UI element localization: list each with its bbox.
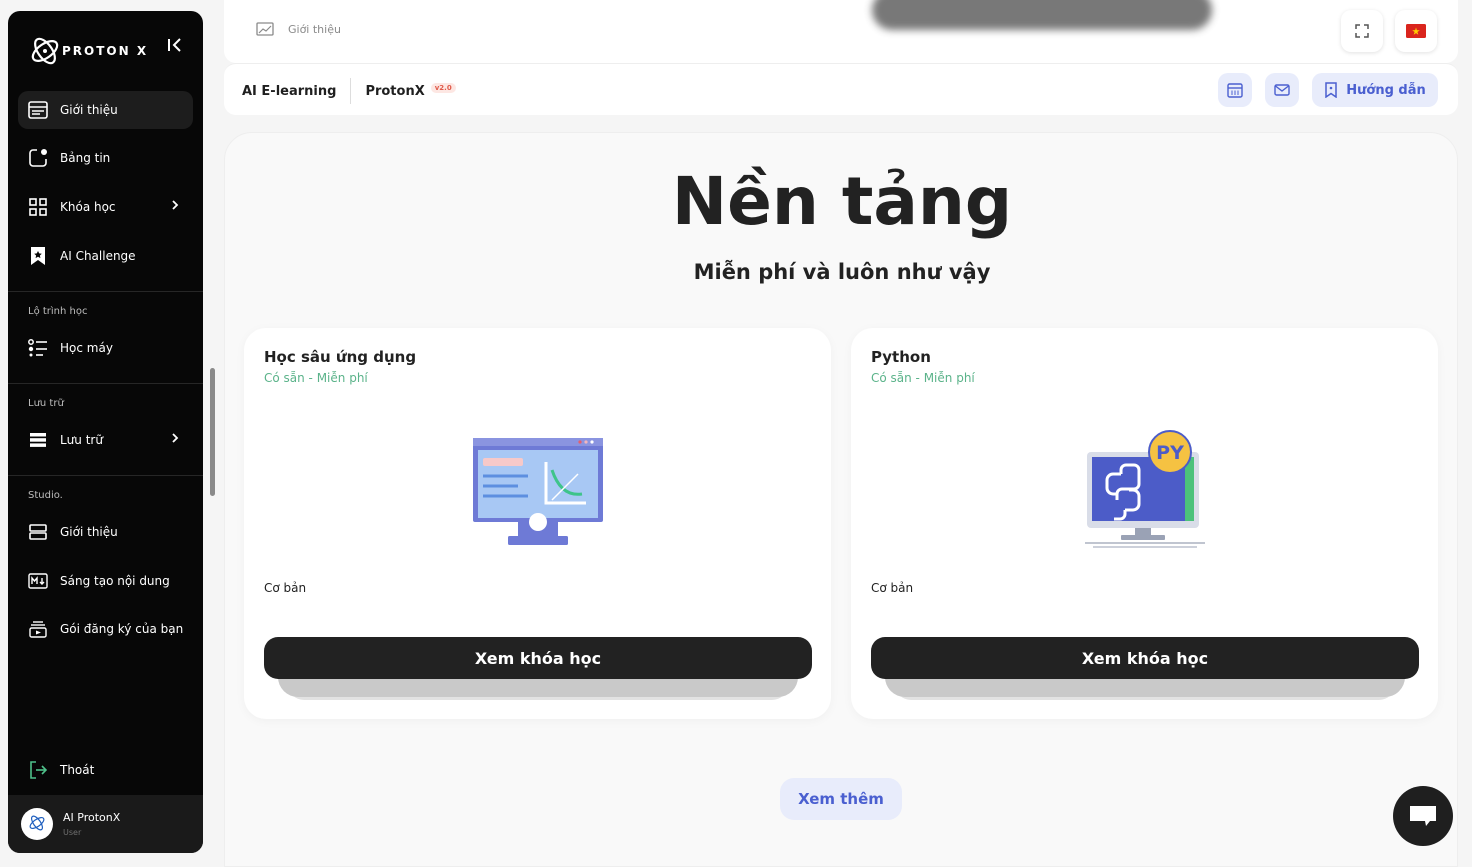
mail-icon bbox=[1274, 84, 1290, 96]
course-level: Cơ bản bbox=[871, 581, 914, 595]
calendar-button[interactable] bbox=[1218, 73, 1252, 107]
guide-label: Hướng dẫn bbox=[1346, 82, 1426, 98]
section-label-studio: Studio. bbox=[28, 490, 63, 501]
newsfeed-icon bbox=[28, 148, 48, 168]
section-label-roadmap: Lộ trình học bbox=[28, 306, 88, 317]
breadcrumb-label: Giới thiệu bbox=[288, 22, 341, 36]
page-title: Nền tảng bbox=[671, 163, 1013, 240]
protonx-logo[interactable]: PROTON X bbox=[28, 27, 148, 75]
course-card[interactable]: Học sâu ứng dụng Có sẵn - Miễn phí Cơ bả… bbox=[244, 328, 831, 719]
sidebar-item-label: Lưu trữ bbox=[60, 433, 103, 447]
course-title: Học sâu ứng dụng bbox=[264, 348, 417, 366]
python-illustration: PY bbox=[851, 428, 1438, 568]
storage-icon bbox=[28, 430, 48, 450]
divider bbox=[8, 383, 203, 384]
sidebar-item-label: AI Challenge bbox=[60, 249, 136, 263]
fullscreen-button[interactable] bbox=[1341, 10, 1383, 52]
bookmark-icon bbox=[1325, 82, 1337, 98]
section-label-storage: Lưu trữ bbox=[28, 398, 64, 409]
language-button[interactable] bbox=[1395, 10, 1437, 52]
sidebar-item-label: Bảng tin bbox=[60, 151, 111, 165]
sidebar-item-machine-learning[interactable]: Học máy bbox=[18, 329, 193, 367]
sidebar-item-label: Giới thiệu bbox=[60, 525, 118, 539]
image-icon bbox=[256, 22, 274, 36]
collapse-sidebar-button[interactable] bbox=[165, 35, 185, 55]
course-availability: Có sẵn - Miễn phí bbox=[871, 371, 975, 385]
vietnam-flag-icon bbox=[1406, 24, 1426, 38]
subscription-icon bbox=[28, 619, 48, 639]
list-icon bbox=[28, 338, 48, 358]
bookmark-star-icon bbox=[28, 246, 48, 266]
sidebar: PROTON X Giới thiệu Bảng tin Khóa học AI… bbox=[8, 11, 203, 853]
see-more-button[interactable]: Xem thêm bbox=[780, 778, 902, 820]
sidebar-item-newsfeed[interactable]: Bảng tin bbox=[18, 139, 193, 177]
logout-icon bbox=[28, 760, 48, 780]
course-title: Python bbox=[871, 348, 931, 366]
avatar bbox=[21, 808, 53, 840]
markdown-icon bbox=[28, 571, 48, 591]
sidebar-item-label: Sáng tạo nội dung bbox=[60, 574, 170, 588]
sidebar-scrollbar[interactable] bbox=[210, 368, 215, 496]
user-profile[interactable]: AI ProtonX User bbox=[8, 795, 203, 853]
intro-icon bbox=[28, 100, 48, 120]
view-course-button[interactable]: Xem khóa học bbox=[264, 637, 812, 679]
course-availability: Có sẵn - Miễn phí bbox=[264, 371, 368, 385]
sidebar-item-studio-intro[interactable]: Giới thiệu bbox=[18, 513, 193, 551]
divider bbox=[8, 291, 203, 292]
main-content: Nền tảng Miễn phí và luôn như vậy Học sâ… bbox=[224, 132, 1458, 867]
course-level: Cơ bản bbox=[264, 581, 307, 595]
logo-text: PROTON X bbox=[62, 44, 149, 58]
blurred-banner bbox=[872, 0, 1212, 30]
courses-icon bbox=[28, 197, 48, 217]
app-name[interactable]: AI E-learning bbox=[242, 84, 336, 99]
sidebar-item-ai-challenge[interactable]: AI Challenge bbox=[18, 237, 193, 275]
server-icon bbox=[28, 522, 48, 542]
sidebar-item-courses[interactable]: Khóa học bbox=[18, 188, 193, 226]
atom-logo-icon bbox=[28, 31, 68, 71]
chevron-right-icon bbox=[171, 199, 179, 214]
page-subtitle: Miễn phí và luôn như vậy bbox=[693, 260, 991, 284]
fullscreen-icon bbox=[1355, 24, 1369, 38]
sidebar-item-intro[interactable]: Giới thiệu bbox=[18, 91, 193, 129]
sidebar-item-label: Gói đăng ký của bạn bbox=[60, 622, 184, 636]
python-badge-text: PY bbox=[1156, 442, 1184, 464]
logout-label: Thoát bbox=[60, 763, 95, 777]
chat-icon bbox=[1410, 806, 1436, 826]
guide-button[interactable]: Hướng dẫn bbox=[1312, 73, 1438, 107]
sidebar-item-storage[interactable]: Lưu trữ bbox=[18, 421, 193, 459]
chat-button[interactable] bbox=[1393, 786, 1453, 846]
user-role: User bbox=[63, 828, 82, 837]
divider bbox=[8, 475, 203, 476]
version-badge: v2.0 bbox=[430, 83, 456, 93]
view-course-button[interactable]: Xem khóa học bbox=[871, 637, 1419, 679]
sidebar-item-label: Học máy bbox=[60, 341, 113, 355]
mail-button[interactable] bbox=[1265, 73, 1299, 107]
separator bbox=[350, 78, 352, 104]
deep-learning-illustration bbox=[244, 428, 831, 568]
brand-name[interactable]: ProtonX bbox=[365, 84, 424, 99]
calendar-icon bbox=[1227, 83, 1243, 98]
sub-header: AI E-learning ProtonX v2.0 Hướng dẫn bbox=[224, 63, 1458, 115]
breadcrumb[interactable]: Giới thiệu bbox=[256, 22, 341, 36]
sidebar-item-subscription[interactable]: Gói đăng ký của bạn bbox=[18, 610, 193, 648]
course-card[interactable]: Python Có sẵn - Miễn phí PY Cơ bản Xem k… bbox=[851, 328, 1438, 719]
user-name: AI ProtonX bbox=[63, 811, 121, 824]
sidebar-item-content-creation[interactable]: Sáng tạo nội dung bbox=[18, 562, 193, 600]
sidebar-item-label: Khóa học bbox=[60, 200, 116, 214]
sidebar-item-label: Giới thiệu bbox=[60, 103, 118, 117]
logout-button[interactable]: Thoát bbox=[18, 751, 193, 789]
top-header: Giới thiệu bbox=[224, 0, 1458, 63]
chevron-right-icon bbox=[171, 432, 179, 447]
